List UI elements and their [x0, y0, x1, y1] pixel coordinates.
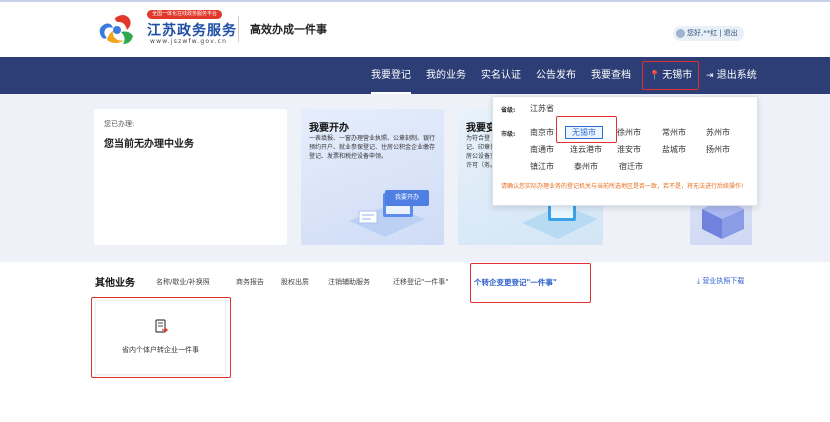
tab-deregistration[interactable]: 注销辅助服务: [328, 277, 370, 287]
nav-item-real-name[interactable]: 实名认证: [481, 57, 521, 94]
province-value[interactable]: 江苏省: [530, 103, 554, 114]
active-tab-highlight: [470, 263, 591, 303]
status-value: 您当前无办理中业务: [104, 139, 194, 150]
exit-icon: ⇥: [706, 71, 714, 81]
download-label: 营业执照下载: [702, 277, 745, 285]
user-pill: 您好,**红 | 退出: [673, 26, 744, 41]
slogan: 高效办成一件事: [250, 23, 327, 36]
user-avatar-icon: [676, 29, 685, 38]
site-url: www.jszwfw.gov.cn: [150, 38, 228, 45]
city-option[interactable]: 徐州市: [617, 127, 641, 138]
nav-item-announcement[interactable]: 公告发布: [536, 57, 576, 94]
city-dropdown: 省级: 江苏省 市级: 南京市 无锡市 徐州市 常州市 苏州市 南通市 连云港市…: [492, 96, 758, 206]
city-label: 市级:: [501, 131, 516, 138]
open-card-desc: 一表填报、一窗办理营业执照、公章刻制、银行预约开户、就业参保登记、住房公积金企业…: [309, 135, 436, 160]
selected-city-highlight: [556, 116, 617, 143]
status-card: 您已办理: 您当前无办理中业务: [94, 109, 287, 245]
city-option[interactable]: 连云港市: [570, 144, 602, 155]
city-option[interactable]: 盐城市: [662, 144, 686, 155]
jiangsu-logo-icon: [99, 15, 133, 44]
site-name[interactable]: 江苏政务服务: [147, 20, 237, 40]
city-option[interactable]: 淮安市: [617, 144, 641, 155]
user-separator: |: [719, 29, 722, 37]
city-option[interactable]: 扬州市: [706, 144, 730, 155]
city-option[interactable]: 南通市: [530, 144, 554, 155]
tab-name-closure[interactable]: 名称/歇业/补换照: [156, 277, 210, 287]
open-card-title: 我要开办: [309, 123, 349, 134]
city-selector-highlight: [642, 61, 699, 90]
nav-item-archive[interactable]: 我要查档: [591, 57, 631, 94]
open-card-badge: 我要开办: [385, 190, 429, 206]
top-header: 全国一体化在线政务服务平台 江苏政务服务 www.jszwfw.gov.cn 高…: [0, 0, 830, 57]
nav-item-register[interactable]: 我要登记: [371, 57, 411, 94]
other-business-title: 其他业务: [95, 278, 135, 289]
open-business-card[interactable]: 我要开办 一表填报、一窗办理营业执照、公章刻制、银行预约开户、就业参保登记、住房…: [301, 109, 444, 245]
main-navbar: 我要登记 我的业务 实名认证 公告发布 我要查档 📍 无锡市 ⇥ 退出系统: [0, 57, 830, 94]
exit-system-button[interactable]: ⇥ 退出系统: [706, 57, 757, 94]
city-option[interactable]: 常州市: [662, 127, 686, 138]
region-warning-note: 请确认您实际办理业务的登记机关与当前所选地区是否一致，若不是，将无法进行后续操作…: [501, 183, 744, 190]
business-card-highlight: [91, 297, 231, 378]
license-download-link[interactable]: ⤓ 营业执照下载: [697, 276, 744, 286]
user-greeting: 您好,**红: [687, 29, 718, 37]
province-label: 省级:: [501, 107, 516, 114]
status-label: 您已办理:: [104, 120, 135, 128]
tab-migration[interactable]: 迁移登记"一件事": [393, 277, 448, 287]
download-icon: ⤓: [697, 277, 701, 285]
city-option[interactable]: 镇江市: [530, 161, 554, 172]
tab-equity-pledge[interactable]: 股权出质: [281, 277, 309, 287]
logout-link[interactable]: 退出: [724, 26, 738, 41]
exit-system-label: 退出系统: [716, 70, 757, 81]
tab-business-report[interactable]: 商务报告: [236, 277, 264, 287]
platform-badge: 全国一体化在线政务服务平台: [147, 10, 223, 19]
nav-item-my-business[interactable]: 我的业务: [426, 57, 466, 94]
city-option[interactable]: 苏州市: [706, 127, 730, 138]
city-option[interactable]: 泰州市: [574, 161, 598, 172]
city-option[interactable]: 宿迁市: [619, 161, 643, 172]
city-option[interactable]: 南京市: [530, 127, 554, 138]
header-divider: [238, 16, 239, 42]
